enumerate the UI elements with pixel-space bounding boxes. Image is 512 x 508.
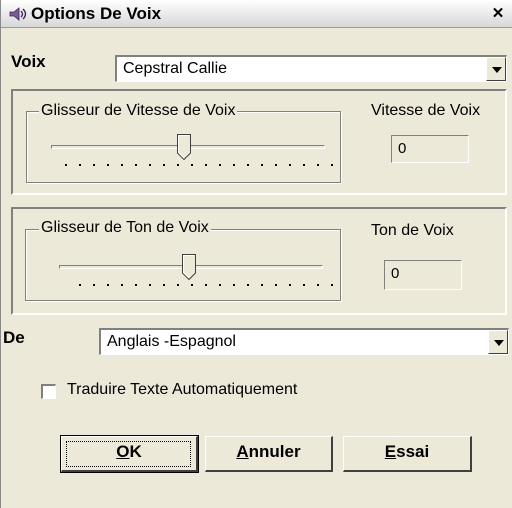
window-title: Options De Voix xyxy=(31,4,162,23)
translate-checkbox-label[interactable]: Traduire Texte Automatiquement xyxy=(67,381,297,399)
chevron-down-icon[interactable] xyxy=(486,57,506,81)
speed-value-field: 0 xyxy=(391,135,469,163)
speed-slider-thumb[interactable] xyxy=(177,134,191,160)
focus-rect xyxy=(66,441,191,467)
pitch-slider-ticks xyxy=(79,284,335,288)
options-dialog: Options De Voix ✕ Voix Cepstral Callie G… xyxy=(0,0,512,508)
language-label: De xyxy=(3,328,25,347)
title-bar[interactable]: Options De Voix ✕ xyxy=(1,0,512,28)
test-button[interactable]: Essai xyxy=(343,436,472,472)
cancel-mnemonic: A xyxy=(236,442,249,461)
voice-select-value: Cepstral Callie xyxy=(123,60,228,77)
translate-checkbox[interactable] xyxy=(41,384,56,399)
language-select[interactable]: Anglais -Espagnol xyxy=(99,328,509,355)
test-label-rest: ssai xyxy=(396,442,430,461)
speed-value-label: Vitesse de Voix xyxy=(371,102,481,119)
chevron-down-icon[interactable] xyxy=(488,330,508,354)
speed-slider-ticks xyxy=(65,164,333,168)
speed-group-label: Glisseur de Vitesse de Voix xyxy=(39,102,238,120)
pitch-slider-thumb[interactable] xyxy=(182,254,196,280)
cancel-button[interactable]: Annuler xyxy=(205,436,333,472)
language-select-value: Anglais -Espagnol xyxy=(107,333,236,350)
pitch-value-label: Ton de Voix xyxy=(371,222,454,239)
speaker-icon xyxy=(9,7,27,21)
close-icon: ✕ xyxy=(491,5,505,22)
pitch-group-label: Glisseur de Ton de Voix xyxy=(39,219,211,237)
test-mnemonic: E xyxy=(384,442,397,461)
voice-select[interactable]: Cepstral Callie xyxy=(115,55,507,82)
cancel-label-rest: nnuler xyxy=(248,442,301,461)
ok-button[interactable]: OK xyxy=(60,435,199,473)
pitch-value-field: 0 xyxy=(384,260,462,290)
voice-label: Voix xyxy=(11,52,46,71)
close-button[interactable]: ✕ xyxy=(489,5,507,23)
